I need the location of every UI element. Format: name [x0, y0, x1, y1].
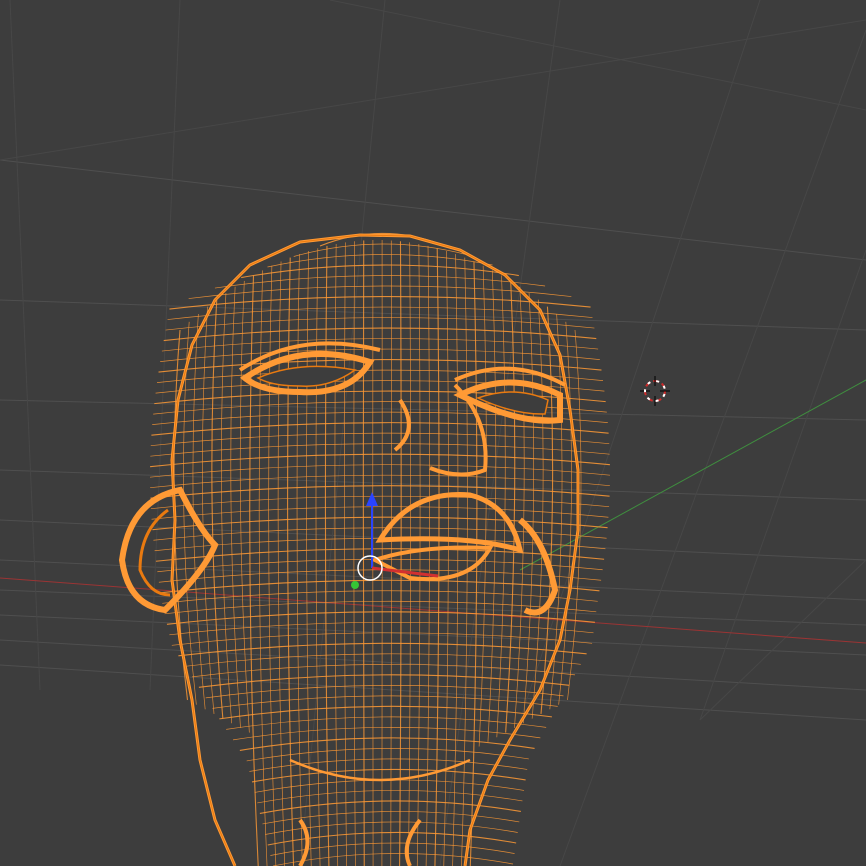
- grid-line: [9, 0, 41, 691]
- grid-line: [0, 159, 866, 261]
- grid-line: [0, 664, 866, 721]
- gizmo-z-arrow[interactable]: [366, 492, 378, 506]
- head-mesh[interactable]: [118, 232, 611, 866]
- grid-line: [0, 399, 866, 421]
- grid-line: [519, 0, 761, 721]
- y-axis-line: [519, 379, 866, 571]
- 3d-viewport[interactable]: [0, 0, 866, 866]
- grid-line: [149, 0, 181, 691]
- grid-line: [0, 299, 866, 331]
- gizmo-y-handle[interactable]: [351, 581, 359, 589]
- grid-line: [0, 614, 866, 656]
- grid-line: [559, 29, 866, 866]
- grid-line: [699, 249, 866, 721]
- grid-line: [0, 19, 866, 161]
- grid-line: [0, 589, 866, 626]
- viewport-canvas[interactable]: [0, 0, 866, 866]
- floor-grid: [0, 0, 866, 866]
- 3d-cursor-icon[interactable]: [640, 376, 670, 406]
- grid-line: [699, 559, 866, 721]
